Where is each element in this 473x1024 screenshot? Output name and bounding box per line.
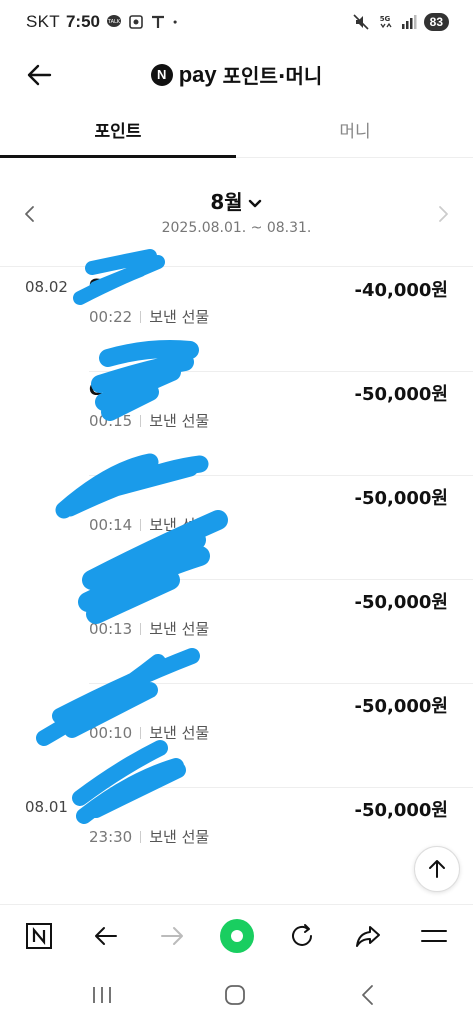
mute-icon bbox=[353, 14, 369, 30]
dot-icon bbox=[173, 20, 177, 24]
item-time: 00:15 bbox=[89, 411, 133, 430]
item-amount: -50,000원 bbox=[354, 696, 449, 717]
item-time: 23:30 bbox=[89, 827, 133, 846]
month-label: 8월 bbox=[210, 190, 243, 214]
tab-points[interactable]: 포인트 bbox=[0, 108, 236, 158]
arrow-left-icon bbox=[95, 927, 117, 945]
screenshot-icon bbox=[129, 15, 143, 29]
item-type: 보낸 선물 bbox=[149, 412, 210, 430]
green-dot-button[interactable] bbox=[219, 918, 255, 954]
browser-back-button[interactable] bbox=[90, 920, 122, 952]
item-type: 보낸 선물 bbox=[149, 724, 210, 742]
arrow-up-icon bbox=[429, 860, 445, 878]
list-item[interactable]: 00:10 보낸 선물 -50,000원 bbox=[0, 684, 473, 788]
system-back-button[interactable] bbox=[355, 982, 381, 1008]
green-dot-icon bbox=[220, 919, 254, 953]
item-time: 00:14 bbox=[89, 515, 133, 534]
next-month-button[interactable] bbox=[435, 204, 451, 224]
item-type: 보낸 선물 bbox=[149, 620, 210, 638]
network-5g-icon: 5G bbox=[379, 15, 392, 29]
meta-divider bbox=[140, 310, 142, 323]
hamburger-menu-icon bbox=[421, 930, 447, 942]
meta-divider bbox=[140, 830, 142, 843]
item-amount: -50,000원 bbox=[354, 592, 449, 613]
svg-text:TALK: TALK bbox=[107, 19, 121, 25]
item-type: 보낸 선물 bbox=[149, 516, 210, 534]
clock: 7:50 bbox=[65, 12, 100, 31]
list-item[interactable]: G 00:15 보낸 선물 -50,000원 bbox=[0, 372, 473, 476]
npay-logo-text: pay bbox=[178, 61, 217, 87]
menu-button[interactable] bbox=[418, 920, 450, 952]
meta-divider bbox=[140, 414, 142, 427]
recent-apps-button[interactable] bbox=[89, 982, 115, 1008]
tab-bar: 포인트 머니 bbox=[0, 108, 473, 158]
month-dropdown[interactable]: 8월 bbox=[0, 186, 473, 215]
meta-divider bbox=[140, 726, 142, 739]
item-date: 08.01 bbox=[25, 798, 68, 816]
item-type: 보낸 선물 bbox=[149, 828, 210, 846]
tab-money[interactable]: 머니 bbox=[237, 108, 473, 158]
naver-n-icon bbox=[26, 923, 52, 949]
item-amount: -50,000원 bbox=[354, 488, 449, 509]
refresh-icon bbox=[292, 924, 312, 946]
title-text: 포인트·머니 bbox=[222, 64, 323, 88]
list-item[interactable]: 08.01 23:30 보낸 선물 -50,000원 bbox=[0, 788, 473, 892]
chevron-left-icon bbox=[362, 985, 373, 1005]
share-button[interactable] bbox=[352, 920, 384, 952]
battery-badge: 83 bbox=[423, 13, 449, 31]
item-date: 08.02 bbox=[25, 278, 68, 296]
section-divider bbox=[0, 266, 473, 267]
naver-home-button[interactable] bbox=[23, 920, 55, 952]
system-nav-bar bbox=[0, 966, 473, 1024]
meta-divider bbox=[140, 622, 142, 635]
npay-logo-badge: N bbox=[150, 63, 173, 86]
item-time: 00:10 bbox=[89, 723, 133, 742]
list-item[interactable]: 08.02 G 00:22 보낸 선물 -40,000원 bbox=[0, 268, 473, 372]
recent-apps-icon bbox=[93, 987, 111, 1003]
month-selector: 8월 2025.08.01. ~ 08.31. bbox=[0, 180, 473, 250]
browser-forward-button[interactable] bbox=[156, 920, 188, 952]
list-item[interactable]: G 00:13 보낸 선물 -50,000원 bbox=[0, 580, 473, 684]
carrier-label: SKT bbox=[26, 12, 60, 31]
status-bar: SKT 7:50 TALK 5G 83 bbox=[0, 0, 473, 48]
chevron-right-icon bbox=[439, 206, 448, 222]
home-icon bbox=[225, 985, 245, 1005]
refresh-button[interactable] bbox=[286, 920, 318, 952]
item-amount: -50,000원 bbox=[354, 800, 449, 821]
scroll-top-button[interactable] bbox=[414, 846, 460, 892]
list-item[interactable]: 00:14 보낸 선물 -50,000원 bbox=[0, 476, 473, 580]
browser-toolbar bbox=[0, 904, 473, 966]
app-header: N pay 포인트·머니 bbox=[0, 50, 473, 98]
item-name: G bbox=[89, 380, 103, 400]
chevron-down-icon bbox=[248, 199, 261, 207]
tmap-icon bbox=[152, 15, 164, 28]
home-button[interactable] bbox=[222, 982, 248, 1008]
svg-text:5G: 5G bbox=[379, 15, 390, 23]
signal-icon bbox=[401, 15, 417, 29]
date-range: 2025.08.01. ~ 08.31. bbox=[161, 220, 312, 236]
item-amount: -40,000원 bbox=[354, 280, 449, 301]
share-icon bbox=[356, 926, 380, 947]
talk-icon: TALK bbox=[107, 15, 121, 27]
item-amount: -50,000원 bbox=[354, 384, 449, 405]
item-time: 00:13 bbox=[89, 619, 133, 638]
page-title: N pay 포인트·머니 bbox=[0, 60, 473, 89]
item-type: 보낸 선물 bbox=[149, 308, 210, 326]
item-name: G bbox=[89, 588, 103, 608]
arrow-right-icon bbox=[161, 927, 183, 945]
item-time: 00:22 bbox=[89, 307, 133, 326]
meta-divider bbox=[140, 518, 142, 531]
item-name: G bbox=[89, 276, 103, 296]
